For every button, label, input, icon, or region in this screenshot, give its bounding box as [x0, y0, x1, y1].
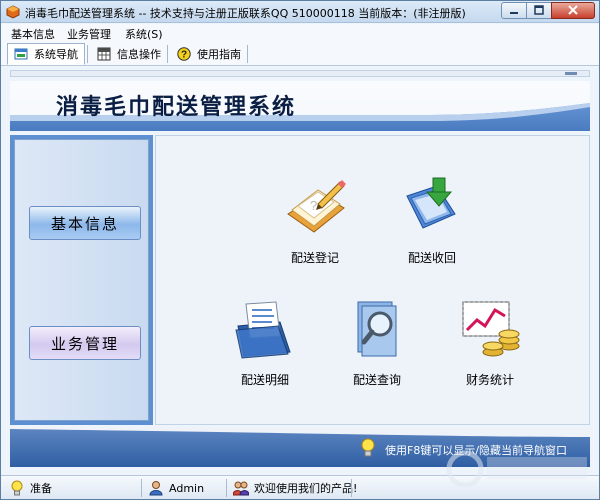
function-delivery-register[interactable]: ? 配送登记 [270, 174, 360, 266]
maximize-button[interactable] [526, 2, 552, 19]
function-finance-stats[interactable]: 财务统计 [445, 296, 535, 388]
status-separator [226, 479, 227, 497]
left-navigation: 基本信息 业务管理 [10, 135, 153, 425]
menu-business[interactable]: 业务管理 [67, 26, 111, 42]
tab-separator [247, 45, 248, 63]
menu-bar: 基本信息 业务管理 系统(S) [1, 24, 599, 41]
menu-system[interactable]: 系统(S) [125, 26, 163, 42]
app-logo-icon [6, 5, 20, 19]
tab-system-nav[interactable]: 系统导航 [7, 43, 85, 65]
navigation-icon [14, 48, 28, 60]
minimize-button[interactable] [501, 2, 527, 19]
status-welcome-text: 欢迎使用我们的产品! [254, 482, 358, 495]
lightbulb-icon [361, 438, 375, 457]
status-state-text: 准备 [30, 482, 52, 495]
lightbulb-icon [11, 480, 23, 496]
app-window: 消毒毛巾配送管理系统 -- 技术支持与注册正版联系QQ 510000118 当前… [0, 0, 600, 500]
tab-separator [87, 45, 88, 63]
minimize-icon [510, 12, 518, 14]
close-button[interactable] [551, 2, 595, 19]
nav-basic-info-button[interactable]: 基本信息 [29, 206, 141, 240]
svg-text:?: ? [181, 50, 187, 61]
svg-text:?: ? [310, 198, 317, 213]
status-separator [351, 479, 352, 497]
left-navigation-panel: 基本信息 业务管理 [14, 139, 149, 421]
header-splitter[interactable] [10, 70, 590, 77]
status-welcome: 欢迎使用我们的产品! [233, 479, 357, 497]
tab-bar: 系统导航 信息操作 ? 使用指南 [1, 41, 599, 66]
grid-icon [97, 47, 111, 61]
tab-user-guide[interactable]: ? 使用指南 [171, 43, 247, 65]
tab-separator [167, 45, 168, 63]
function-delivery-detail[interactable]: 配送明细 [220, 296, 310, 388]
finance-icon [462, 301, 520, 357]
tab-info-ops[interactable]: 信息操作 [91, 43, 167, 65]
maximize-icon [534, 5, 544, 15]
tab-info-ops-label: 信息操作 [117, 48, 161, 61]
header-banner: 消毒毛巾配送管理系统 [10, 81, 590, 131]
tab-system-nav-label: 系统导航 [34, 48, 78, 61]
status-user: Admin [148, 479, 204, 497]
search-icon [357, 301, 397, 357]
status-user-text: Admin [169, 481, 205, 495]
function-label: 配送查询 [352, 373, 401, 387]
register-icon: ? [287, 180, 346, 233]
status-separator [141, 479, 142, 497]
function-panel: ? 配送登记 配送收回 配送明细 配送查询 财务统计 [155, 135, 590, 425]
title-bar[interactable]: 消毒毛巾配送管理系统 -- 技术支持与注册正版联系QQ 510000118 当前… [1, 1, 599, 23]
tab-user-guide-label: 使用指南 [197, 48, 241, 61]
recover-icon [406, 177, 456, 229]
function-delivery-recover[interactable]: 配送收回 [387, 174, 477, 266]
window-controls [501, 2, 595, 20]
users-icon [233, 481, 249, 496]
function-label: 配送收回 [407, 251, 456, 265]
nav-business-button[interactable]: 业务管理 [29, 326, 141, 360]
help-icon: ? [177, 47, 191, 61]
status-state: 准备 [9, 479, 52, 497]
function-delivery-query[interactable]: 配送查询 [332, 296, 422, 388]
function-label: 配送明细 [240, 373, 289, 387]
function-label: 财务统计 [465, 373, 514, 387]
detail-icon [235, 301, 291, 359]
function-label: 配送登记 [290, 251, 339, 265]
collapse-handle[interactable] [565, 72, 577, 75]
watermark-logo [446, 450, 587, 488]
close-icon [568, 5, 578, 15]
menu-basic-info[interactable]: 基本信息 [11, 26, 55, 42]
header-title: 消毒毛巾配送管理系统 [56, 95, 297, 120]
user-icon [149, 481, 163, 496]
window-title: 消毒毛巾配送管理系统 -- 技术支持与注册正版联系QQ 510000118 当前… [25, 7, 466, 20]
